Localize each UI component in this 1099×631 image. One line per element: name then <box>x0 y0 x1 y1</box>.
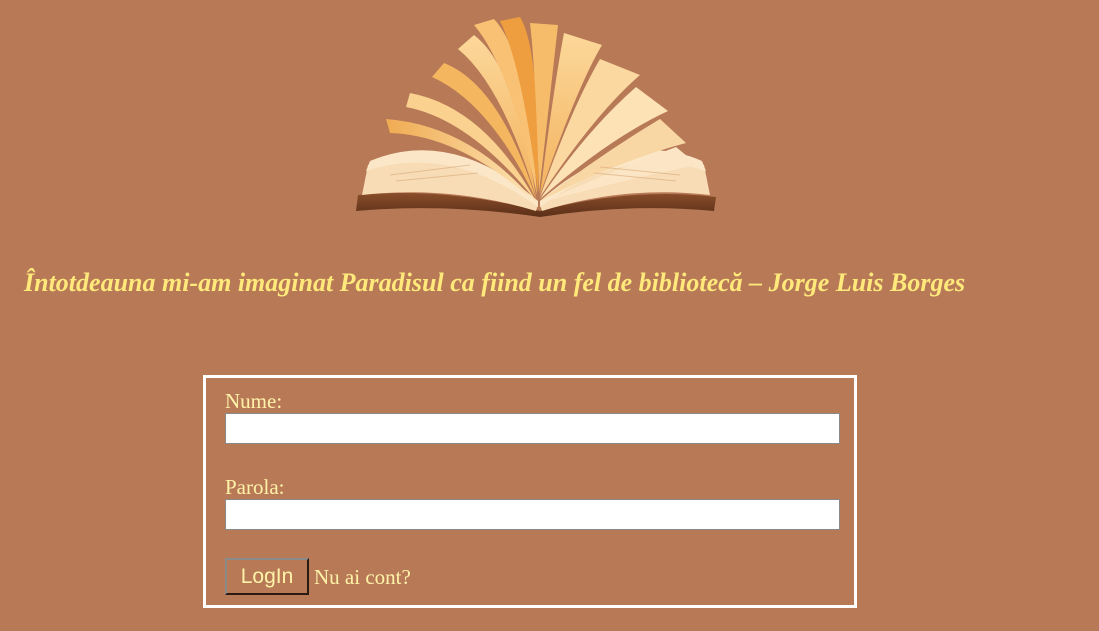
signup-link[interactable]: Nu ai cont? <box>314 567 411 588</box>
login-button[interactable]: LogIn <box>225 558 309 595</box>
username-label: Nume: <box>225 389 283 413</box>
login-form: Nume: Parola: LogIn Nu ai cont? <box>203 375 857 608</box>
login-page: Întotdeauna mi-am imaginat Paradisul ca … <box>0 0 1099 631</box>
open-book-image <box>356 17 716 217</box>
quote-text: Întotdeauna mi-am imaginat Paradisul ca … <box>24 268 966 297</box>
username-input[interactable] <box>225 413 840 444</box>
password-input[interactable] <box>225 499 840 530</box>
password-label: Parola: <box>225 475 285 499</box>
